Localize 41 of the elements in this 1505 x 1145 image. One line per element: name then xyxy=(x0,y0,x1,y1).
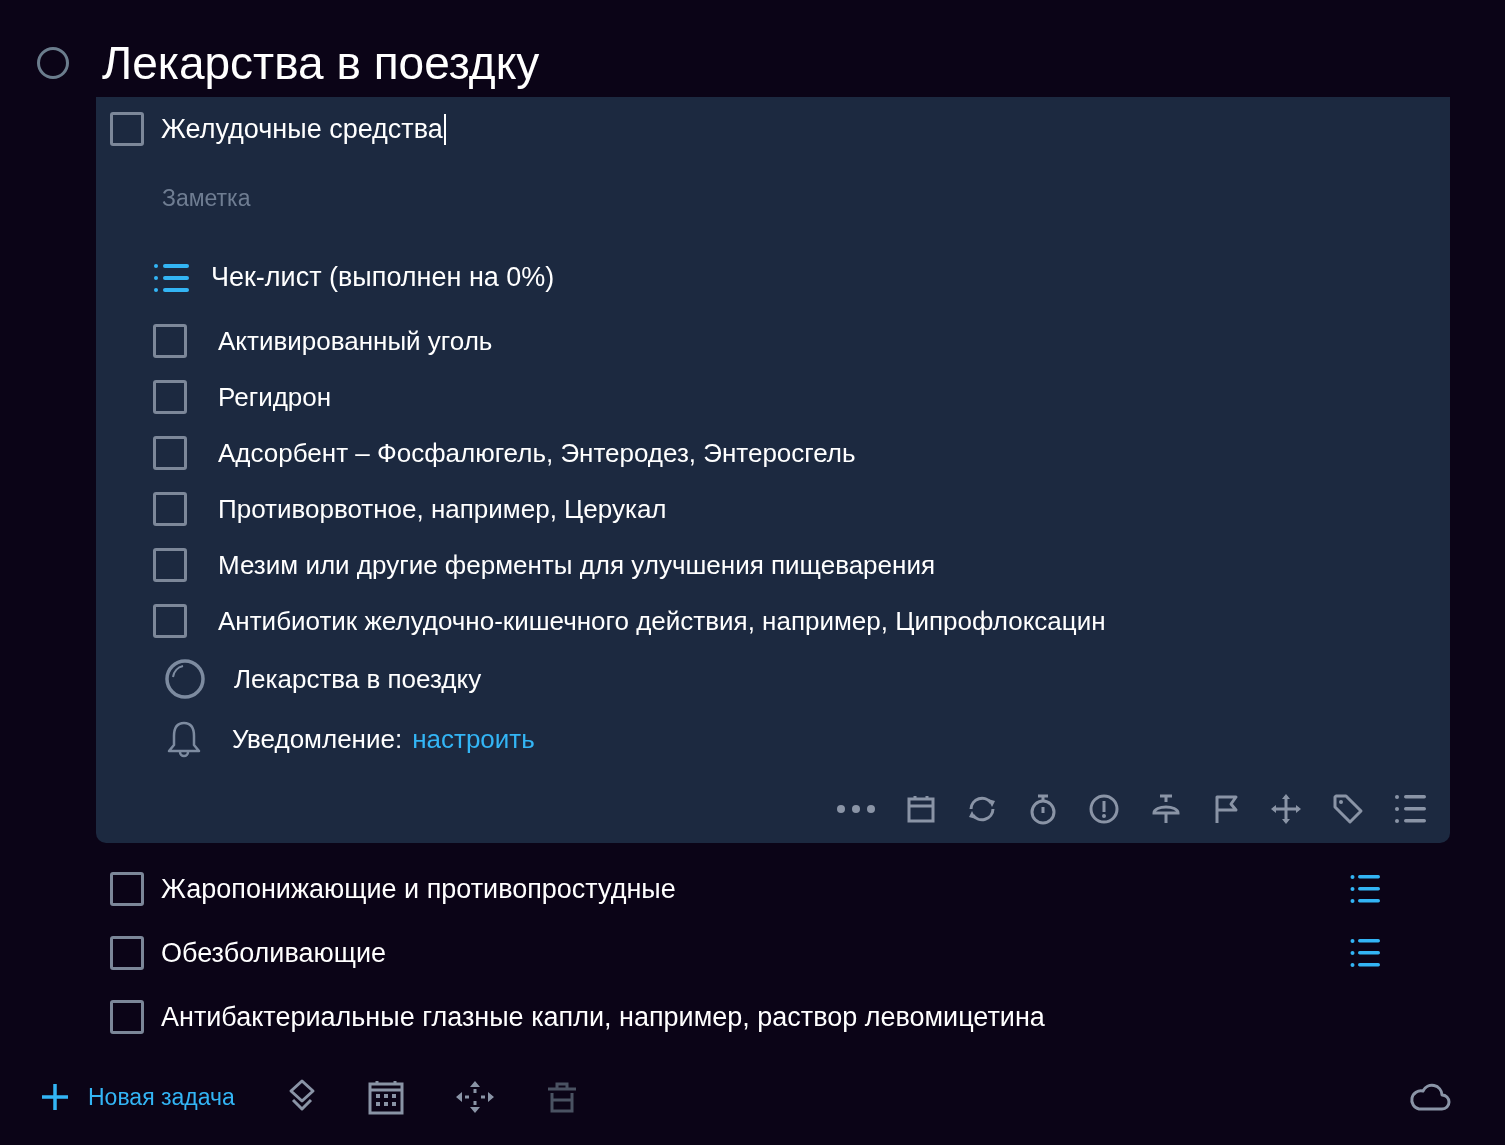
task-checkbox[interactable] xyxy=(110,872,144,907)
checklist-checkbox[interactable] xyxy=(153,492,187,527)
exclamation-icon[interactable] xyxy=(1088,793,1120,826)
checklist-checkbox[interactable] xyxy=(153,548,187,583)
plus-icon xyxy=(40,1082,70,1113)
checklist-title: Чек-лист (выполнен на 0%) xyxy=(211,262,555,294)
more-icon[interactable] xyxy=(836,803,876,816)
circle-icon xyxy=(164,658,206,701)
task-checkbox[interactable] xyxy=(110,1000,144,1035)
checklist-icon[interactable] xyxy=(1394,794,1426,825)
checklist-item: Адсорбент – Фосфалюгель, Энтеродез, Энтеросгель xyxy=(218,437,856,469)
checklist-icon xyxy=(153,262,191,293)
checklist-checkbox[interactable] xyxy=(153,436,187,471)
task-checkbox[interactable] xyxy=(110,112,144,147)
cloud-icon[interactable] xyxy=(1409,1082,1451,1113)
tag-icon[interactable] xyxy=(1332,793,1364,826)
move-icon[interactable] xyxy=(1270,793,1302,826)
move-icon[interactable] xyxy=(454,1080,495,1115)
checklist-item: Противорвотное, например, Церукал xyxy=(218,493,667,525)
pin-icon[interactable] xyxy=(1150,793,1182,826)
checklist-item: Мезим или другие ферменты для улучшения пищеварения xyxy=(218,549,935,581)
calendar-icon[interactable] xyxy=(906,794,936,825)
task-title[interactable]: Жаропонижающие и противопростудные xyxy=(161,873,1333,905)
checklist-item: Активированный уголь xyxy=(218,325,493,357)
task-title[interactable]: Обезболивающие xyxy=(161,937,1333,969)
reminder-setup-link[interactable]: настроить xyxy=(412,723,535,755)
project-title: Лекарства в поездку xyxy=(102,35,540,90)
checklist-checkbox[interactable] xyxy=(153,380,187,415)
list-name[interactable]: Лекарства в поездку xyxy=(234,663,482,695)
reminder-label: Уведомление: xyxy=(232,723,403,755)
checklist-checkbox[interactable] xyxy=(153,604,187,639)
calendar-icon[interactable] xyxy=(366,1079,405,1116)
new-task-button[interactable]: Новая задача xyxy=(40,1082,235,1113)
project-circle-icon[interactable] xyxy=(37,46,69,79)
stopwatch-icon[interactable] xyxy=(1028,793,1058,826)
checklist-item: Регидрон xyxy=(218,381,332,413)
task-checkbox[interactable] xyxy=(110,936,144,971)
task-title-field[interactable]: Желудочные средства xyxy=(161,113,446,145)
task-title[interactable]: Антибактериальные глазные капли, например, раствор левомицетина xyxy=(161,1001,1380,1033)
checklist-item: Антибиотик желудочно-кишечного действия, например, Ципрофлоксацин xyxy=(218,605,1106,637)
checklist-checkbox[interactable] xyxy=(153,324,187,359)
